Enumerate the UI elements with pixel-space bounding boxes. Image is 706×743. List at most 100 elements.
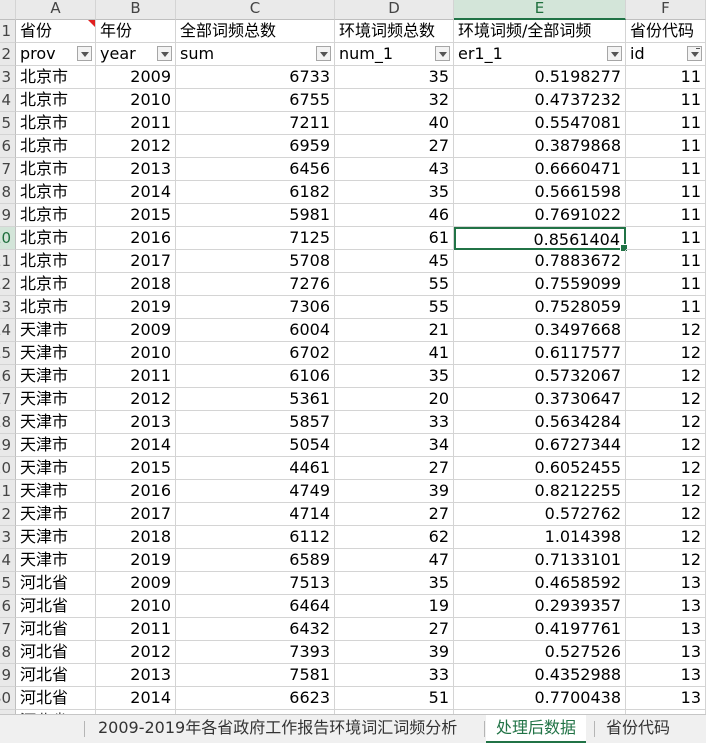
data-cell[interactable]: 天津市 xyxy=(16,342,96,365)
row-number[interactable]: 21 xyxy=(0,480,16,503)
data-cell[interactable]: 2014 xyxy=(96,181,176,204)
data-cell[interactable]: 天津市 xyxy=(16,319,96,342)
data-cell[interactable]: 0.4352988 xyxy=(454,664,626,687)
data-cell[interactable]: 天津市 xyxy=(16,457,96,480)
row-number[interactable]: 24 xyxy=(0,549,16,572)
data-cell[interactable]: 0.5661598 xyxy=(454,181,626,204)
data-cell[interactable]: 天津市 xyxy=(16,526,96,549)
data-cell[interactable]: 11 xyxy=(626,66,706,89)
data-cell[interactable]: 12 xyxy=(626,457,706,480)
data-cell[interactable]: 11 xyxy=(626,89,706,112)
row-number[interactable]: 16 xyxy=(0,365,16,388)
data-cell[interactable]: 0.7691022 xyxy=(454,204,626,227)
data-cell[interactable]: 7513 xyxy=(176,572,335,595)
data-cell[interactable]: 0.7700438 xyxy=(454,687,626,710)
data-cell[interactable]: 55 xyxy=(335,296,454,319)
data-cell[interactable]: 32 xyxy=(335,89,454,112)
sheet-tab[interactable]: 处理后数据 xyxy=(486,715,587,743)
row-number[interactable]: 8 xyxy=(0,181,16,204)
data-cell[interactable]: 51 xyxy=(335,687,454,710)
data-cell[interactable]: 11 xyxy=(626,181,706,204)
row-number[interactable]: 9 xyxy=(0,204,16,227)
data-cell[interactable]: 2010 xyxy=(96,342,176,365)
data-cell[interactable]: 12 xyxy=(626,434,706,457)
data-cell[interactable]: 7125 xyxy=(176,227,335,250)
header-cell[interactable]: 环境词频/全部词频 xyxy=(454,20,626,43)
data-cell[interactable]: 12 xyxy=(626,480,706,503)
data-cell[interactable]: 11 xyxy=(626,204,706,227)
data-cell[interactable]: 北京市 xyxy=(16,89,96,112)
sheet-tab[interactable]: 2009-2019年各省政府工作报告环境词汇词频分析 xyxy=(88,715,467,743)
data-cell[interactable]: 12 xyxy=(626,365,706,388)
data-cell[interactable]: 11 xyxy=(626,250,706,273)
data-cell[interactable]: 0.7528059 xyxy=(454,296,626,319)
filter-dropdown-icon[interactable] xyxy=(687,46,702,61)
data-cell[interactable]: 13 xyxy=(626,687,706,710)
column-header-b[interactable]: B xyxy=(96,0,176,20)
data-cell[interactable]: 2018 xyxy=(96,273,176,296)
data-cell[interactable]: 河北省 xyxy=(16,641,96,664)
header-cell[interactable]: 环境词频总数 xyxy=(335,20,454,43)
data-cell[interactable]: 21 xyxy=(335,319,454,342)
row-number[interactable]: 11 xyxy=(0,250,16,273)
data-cell[interactable]: 0.5732067 xyxy=(454,365,626,388)
data-cell[interactable]: 33 xyxy=(335,664,454,687)
data-cell[interactable]: 12 xyxy=(626,319,706,342)
row-number[interactable]: 30 xyxy=(0,687,16,710)
row-number[interactable]: 26 xyxy=(0,595,16,618)
data-cell[interactable]: 0.3879868 xyxy=(454,135,626,158)
row-number[interactable]: 27 xyxy=(0,618,16,641)
column-header-d[interactable]: D xyxy=(335,0,454,20)
data-cell[interactable]: 12 xyxy=(626,411,706,434)
data-cell[interactable]: 27 xyxy=(335,135,454,158)
column-header-a[interactable]: A xyxy=(16,0,96,20)
data-cell[interactable]: 5708 xyxy=(176,250,335,273)
data-cell[interactable]: 47 xyxy=(335,549,454,572)
data-cell[interactable]: 35 xyxy=(335,365,454,388)
data-cell[interactable]: 13 xyxy=(626,641,706,664)
data-cell[interactable]: 北京市 xyxy=(16,204,96,227)
data-cell[interactable]: 0.4658592 xyxy=(454,572,626,595)
data-cell[interactable]: 河北省 xyxy=(16,595,96,618)
row-number[interactable]: 25 xyxy=(0,572,16,595)
data-cell[interactable]: 北京市 xyxy=(16,66,96,89)
data-cell[interactable]: 35 xyxy=(335,572,454,595)
data-cell[interactable]: 6702 xyxy=(176,342,335,365)
data-cell[interactable]: 0.8212255 xyxy=(454,480,626,503)
data-cell[interactable]: 2011 xyxy=(96,112,176,135)
data-cell[interactable]: 11 xyxy=(626,227,706,250)
data-cell[interactable]: 0.4737232 xyxy=(454,89,626,112)
data-cell[interactable]: 4749 xyxy=(176,480,335,503)
data-cell[interactable]: 北京市 xyxy=(16,250,96,273)
data-cell[interactable]: 2016 xyxy=(96,227,176,250)
row-number[interactable]: 19 xyxy=(0,434,16,457)
data-cell[interactable]: 北京市 xyxy=(16,227,96,250)
data-cell[interactable]: 11 xyxy=(626,158,706,181)
data-cell[interactable]: 北京市 xyxy=(16,112,96,135)
data-cell[interactable]: 40 xyxy=(335,112,454,135)
data-cell[interactable]: 20 xyxy=(335,388,454,411)
data-cell[interactable]: 62 xyxy=(335,526,454,549)
row-number[interactable]: 17 xyxy=(0,388,16,411)
data-cell[interactable]: 北京市 xyxy=(16,273,96,296)
data-cell[interactable]: 1.014398 xyxy=(454,526,626,549)
row-number[interactable]: 7 xyxy=(0,158,16,181)
row-number[interactable]: 4 xyxy=(0,89,16,112)
data-cell[interactable]: 2009 xyxy=(96,319,176,342)
data-cell[interactable]: 33 xyxy=(335,411,454,434)
data-cell[interactable]: 天津市 xyxy=(16,480,96,503)
data-cell[interactable]: 北京市 xyxy=(16,135,96,158)
row-number[interactable]: 3 xyxy=(0,66,16,89)
data-cell[interactable]: 12 xyxy=(626,503,706,526)
data-cell[interactable]: 13 xyxy=(626,572,706,595)
data-cell[interactable]: 45 xyxy=(335,250,454,273)
spreadsheet-grid[interactable]: A B C D E F 1 省份 年份 全部词频总数 环境词频总数 环境词频/全部词频 省份代码 2 pro… xyxy=(0,0,706,714)
data-cell[interactable]: 2019 xyxy=(96,296,176,319)
data-cell[interactable]: 6623 xyxy=(176,687,335,710)
header-cell[interactable]: sum xyxy=(176,43,335,66)
data-cell[interactable]: 2013 xyxy=(96,664,176,687)
data-cell[interactable]: 12 xyxy=(626,388,706,411)
data-cell[interactable]: 0.527526 xyxy=(454,641,626,664)
row-number[interactable]: 12 xyxy=(0,273,16,296)
row-number[interactable]: 10 xyxy=(0,227,16,250)
